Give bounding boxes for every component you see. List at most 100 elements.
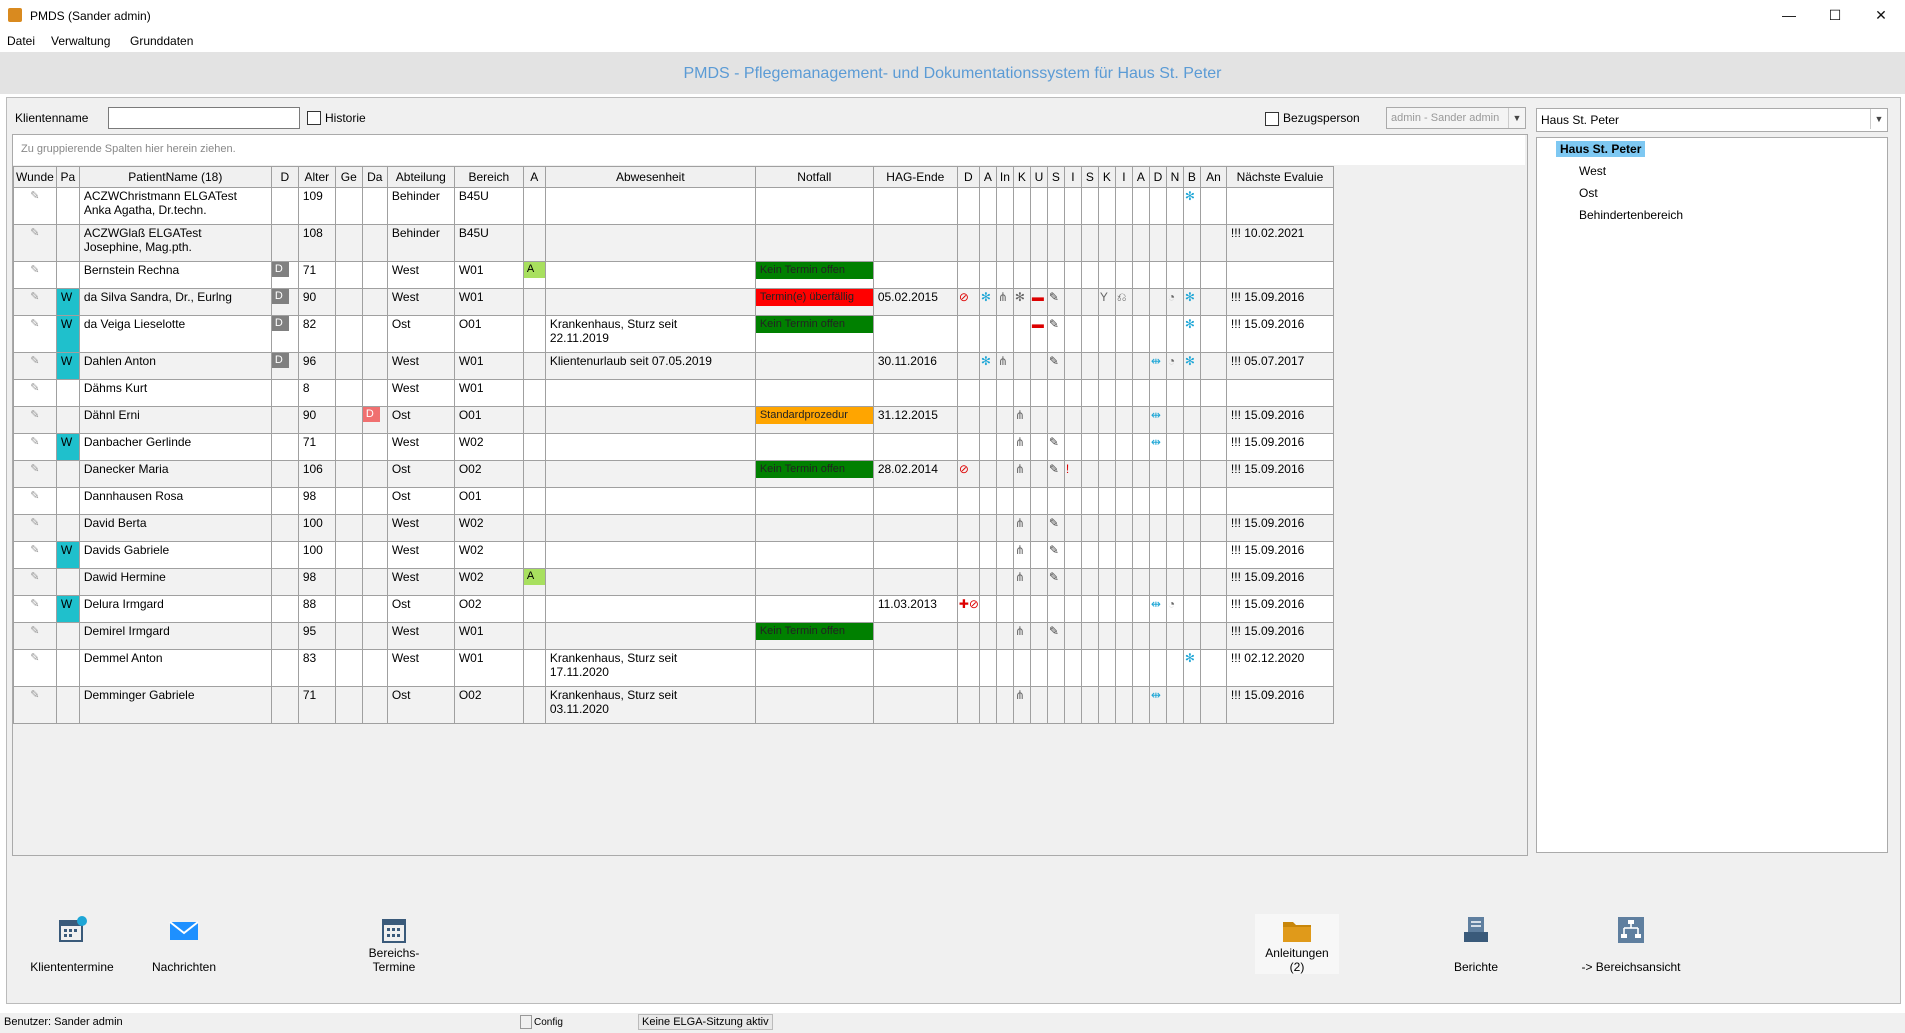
bereichsansicht-button[interactable]: -> Bereichsansicht: [1571, 914, 1691, 974]
menu-datei[interactable]: Datei: [7, 34, 35, 48]
patient-name-cell[interactable]: Demminger Gabriele: [78, 686, 272, 724]
column-header[interactable]: S: [1080, 166, 1099, 188]
patient-name-cell[interactable]: Delura Irmgard: [78, 595, 272, 623]
edit-cell[interactable]: ✎: [13, 352, 57, 380]
column-header[interactable]: A: [522, 166, 546, 188]
anleitungen-button[interactable]: Anleitungen (2): [1255, 914, 1339, 974]
table-row[interactable]: ✎ Dawid Hermine 98 West W02 A ⋔ ✎ !!! 15.09.2016: [13, 568, 1334, 596]
column-header[interactable]: U: [1029, 166, 1048, 188]
historie-checkbox[interactable]: [307, 111, 321, 125]
edit-cell[interactable]: ✎: [13, 406, 57, 434]
patient-name-cell[interactable]: Dawid Hermine: [78, 568, 272, 596]
column-header[interactable]: K: [1097, 166, 1116, 188]
column-header[interactable]: D: [270, 166, 299, 188]
patient-name-cell[interactable]: Bernstein Rechna: [78, 261, 272, 289]
table-row[interactable]: ✎ Dähms Kurt 8 West W01: [13, 379, 1334, 407]
table-row[interactable]: ✎ Dannhausen Rosa 98 Ost O01: [13, 487, 1334, 515]
pencil-icon[interactable]: ✎: [30, 318, 39, 330]
column-header[interactable]: D: [1148, 166, 1167, 188]
patient-name-cell[interactable]: Danbacher Gerlinde: [78, 433, 272, 461]
table-row[interactable]: ✎ W Danbacher Gerlinde 71 West W02 ⋔ ✎ ⇹ !!! 15.0…: [13, 433, 1334, 461]
column-header[interactable]: Notfall: [754, 166, 874, 188]
bezugsperson-checkbox[interactable]: [1265, 112, 1279, 126]
pencil-icon[interactable]: ✎: [30, 463, 39, 475]
edit-cell[interactable]: ✎: [13, 622, 57, 650]
berichte-button[interactable]: Berichte: [1436, 914, 1516, 974]
pencil-icon[interactable]: ✎: [30, 436, 39, 448]
pencil-icon[interactable]: ✎: [30, 517, 39, 529]
patient-name-cell[interactable]: Dahlen Anton: [78, 352, 272, 380]
edit-cell[interactable]: ✎: [13, 187, 57, 225]
patient-name-cell[interactable]: Demirel Irmgard: [78, 622, 272, 650]
patient-name-cell[interactable]: David Berta: [78, 514, 272, 542]
pencil-icon[interactable]: ✎: [30, 382, 39, 394]
table-row[interactable]: ✎ W Dahlen Anton D 96 West W01 Klientenurlaub s…: [13, 352, 1334, 380]
edit-cell[interactable]: ✎: [13, 568, 57, 596]
table-row[interactable]: ✎ Bernstein Rechna D 71 West W01 A Kein Termin …: [13, 261, 1334, 289]
column-header[interactable]: K: [1012, 166, 1031, 188]
column-header[interactable]: I: [1063, 166, 1082, 188]
edit-cell[interactable]: ✎: [13, 460, 57, 488]
table-row[interactable]: ✎ ACZWGlaß ELGATest Josephine, Mag.pth. 108…: [13, 224, 1334, 262]
tree-root-haus[interactable]: Haus St. Peter: [1556, 141, 1646, 157]
column-header[interactable]: I: [1114, 166, 1133, 188]
column-header[interactable]: A: [978, 166, 997, 188]
column-header[interactable]: N: [1165, 166, 1184, 188]
column-header[interactable]: S: [1046, 166, 1065, 188]
edit-cell[interactable]: ✎: [13, 514, 57, 542]
column-header[interactable]: B: [1182, 166, 1201, 188]
table-row[interactable]: ✎ Danecker Maria 106 Ost O02 Kein Termin offe…: [13, 460, 1334, 488]
patient-name-cell[interactable]: ACZWChristmann ELGATest Anka Agatha, Dr.t…: [78, 187, 272, 225]
pencil-icon[interactable]: ✎: [30, 190, 39, 202]
pencil-icon[interactable]: ✎: [30, 264, 39, 276]
group-by-area[interactable]: Zu gruppierende Spalten hier herein zieh…: [13, 135, 1525, 165]
patient-name-cell[interactable]: ACZWGlaß ELGATest Josephine, Mag.pth.: [78, 224, 272, 262]
column-header[interactable]: Alter: [297, 166, 336, 188]
klientenname-input[interactable]: [108, 107, 300, 129]
patient-name-cell[interactable]: da Silva Sandra, Dr., Eurlng: [78, 288, 272, 316]
bereichs-termine-button[interactable]: Bereichs- Termine: [350, 914, 438, 974]
table-row[interactable]: ✎ W Delura Irmgard 88 Ost O02 11.03.2013 ✚⊘ ⇹ ◔!!…: [13, 595, 1334, 623]
bezugsperson-select[interactable]: admin - Sander admin ▼: [1386, 107, 1526, 129]
minimize-button[interactable]: —: [1766, 0, 1812, 30]
column-header[interactable]: Da: [361, 166, 388, 188]
klienten-termine-button[interactable]: Kliententermine: [22, 914, 122, 974]
patient-name-cell[interactable]: Danecker Maria: [78, 460, 272, 488]
column-header[interactable]: Pa: [55, 166, 80, 188]
edit-cell[interactable]: ✎: [13, 433, 57, 461]
column-header[interactable]: PatientName (18): [78, 166, 272, 188]
table-row[interactable]: ✎ David Berta 100 West W02 ⋔ ✎ !!! 15.09.2016: [13, 514, 1334, 542]
menu-verwaltung[interactable]: Verwaltung: [51, 34, 110, 48]
pencil-icon[interactable]: ✎: [30, 291, 39, 303]
table-row[interactable]: ✎ Demmel Anton 83 West W01 Krankenhaus, Sturz…: [13, 649, 1334, 687]
column-header[interactable]: HAG-Ende: [872, 166, 958, 188]
pencil-icon[interactable]: ✎: [30, 625, 39, 637]
pencil-icon[interactable]: ✎: [30, 544, 39, 556]
pencil-icon[interactable]: ✎: [30, 409, 39, 421]
pencil-icon[interactable]: ✎: [30, 598, 39, 610]
edit-cell[interactable]: ✎: [13, 379, 57, 407]
patient-name-cell[interactable]: Dannhausen Rosa: [78, 487, 272, 515]
column-header[interactable]: Wunde: [13, 166, 57, 188]
edit-cell[interactable]: ✎: [13, 224, 57, 262]
pencil-icon[interactable]: ✎: [30, 355, 39, 367]
edit-cell[interactable]: ✎: [13, 487, 57, 515]
patient-name-cell[interactable]: Davids Gabriele: [78, 541, 272, 569]
tree-item-behindertenbereich[interactable]: Behindertenbereich: [1579, 208, 1683, 222]
table-row[interactable]: ✎ Demminger Gabriele 71 Ost O02 Krankenhaus, …: [13, 686, 1334, 724]
haus-select[interactable]: Haus St. Peter ▼: [1536, 108, 1888, 132]
nachrichten-button[interactable]: Nachrichten: [136, 914, 232, 974]
table-row[interactable]: ✎ Demirel Irmgard 95 West W01 Kein Termin off…: [13, 622, 1334, 650]
pencil-icon[interactable]: ✎: [30, 227, 39, 239]
pencil-icon[interactable]: ✎: [30, 571, 39, 583]
edit-cell[interactable]: ✎: [13, 288, 57, 316]
table-row[interactable]: ✎ Dähnl Erni 90 D Ost O01 Standardprozedur 31.1…: [13, 406, 1334, 434]
patient-name-cell[interactable]: Demmel Anton: [78, 649, 272, 687]
menu-grunddaten[interactable]: Grunddaten: [130, 34, 193, 48]
table-row[interactable]: ✎ Wda Silva Sandra, Dr., Eurlng D 90 West W01…: [13, 288, 1334, 316]
pencil-icon[interactable]: ✎: [30, 689, 39, 701]
patient-name-cell[interactable]: Dähnl Erni: [78, 406, 272, 434]
edit-cell[interactable]: ✎: [13, 315, 57, 353]
column-header[interactable]: In: [995, 166, 1014, 188]
column-header[interactable]: D: [956, 166, 980, 188]
